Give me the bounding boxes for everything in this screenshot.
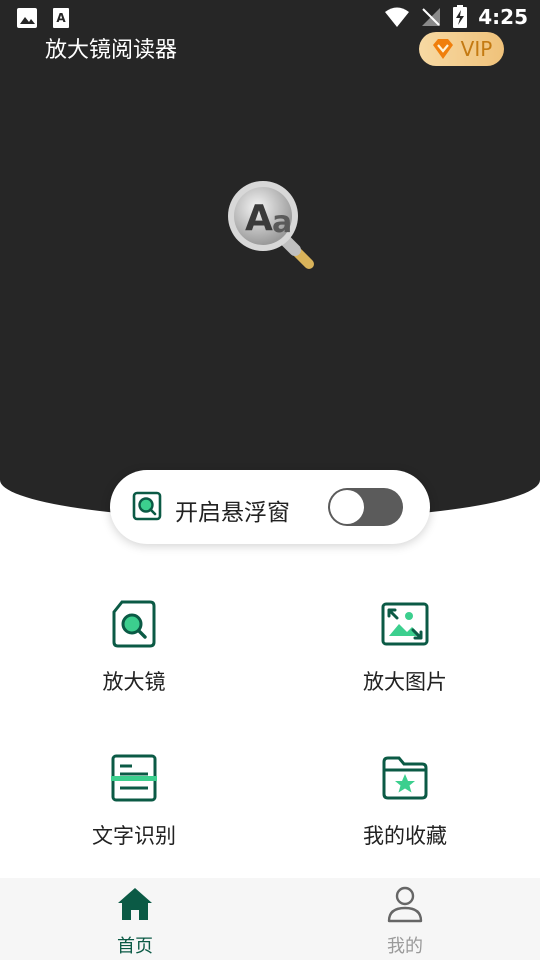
float-window-icon bbox=[132, 491, 162, 521]
app-title: 放大镜阅读器 bbox=[45, 38, 178, 63]
app-logo-magnifier-icon: A a bbox=[228, 181, 314, 269]
wifi-icon bbox=[385, 7, 410, 27]
feature-label-favorites: 我的收藏 bbox=[363, 824, 447, 848]
tab-label-mine: 我的 bbox=[387, 936, 423, 957]
feature-favorites[interactable]: 我的收藏 bbox=[305, 752, 505, 862]
feature-label-text-recognition: 文字识别 bbox=[92, 824, 176, 848]
feature-text-recognition[interactable]: 文字识别 bbox=[34, 752, 234, 862]
svg-text:A: A bbox=[56, 11, 66, 25]
tab-home[interactable]: 首页 bbox=[0, 878, 270, 960]
text-recognition-icon bbox=[111, 754, 157, 802]
status-bar: A 4:25 bbox=[0, 0, 540, 36]
float-window-card: 开启悬浮窗 bbox=[110, 470, 430, 544]
svg-text:A: A bbox=[245, 198, 273, 239]
float-window-label: 开启悬浮窗 bbox=[175, 500, 290, 526]
svg-text:a: a bbox=[272, 205, 292, 240]
diamond-icon bbox=[432, 39, 453, 59]
feature-enlarge-image[interactable]: 放大图片 bbox=[305, 598, 505, 708]
tab-label-home: 首页 bbox=[117, 936, 153, 957]
image-icon bbox=[17, 8, 37, 28]
feature-label-magnifier: 放大镜 bbox=[102, 670, 166, 694]
battery-charging-icon bbox=[453, 5, 468, 28]
bottom-tab-bar: 首页 我的 bbox=[0, 878, 540, 960]
feature-label-enlarge-image: 放大图片 bbox=[363, 670, 447, 694]
toggle-knob bbox=[330, 490, 364, 524]
user-icon bbox=[387, 886, 423, 923]
float-window-toggle[interactable] bbox=[328, 488, 403, 526]
vip-button[interactable]: VIP bbox=[419, 32, 504, 66]
vip-label: VIP bbox=[460, 37, 493, 61]
text-notification-icon: A bbox=[53, 8, 69, 28]
home-icon bbox=[118, 888, 152, 920]
tab-mine[interactable]: 我的 bbox=[270, 878, 540, 960]
no-signal-icon bbox=[422, 8, 441, 26]
status-time: 4:25 bbox=[478, 5, 528, 29]
enlarge-image-icon bbox=[381, 602, 429, 646]
feature-magnifier[interactable]: 放大镜 bbox=[34, 598, 234, 708]
magnifier-icon bbox=[112, 600, 156, 648]
favorites-folder-icon bbox=[382, 756, 428, 800]
